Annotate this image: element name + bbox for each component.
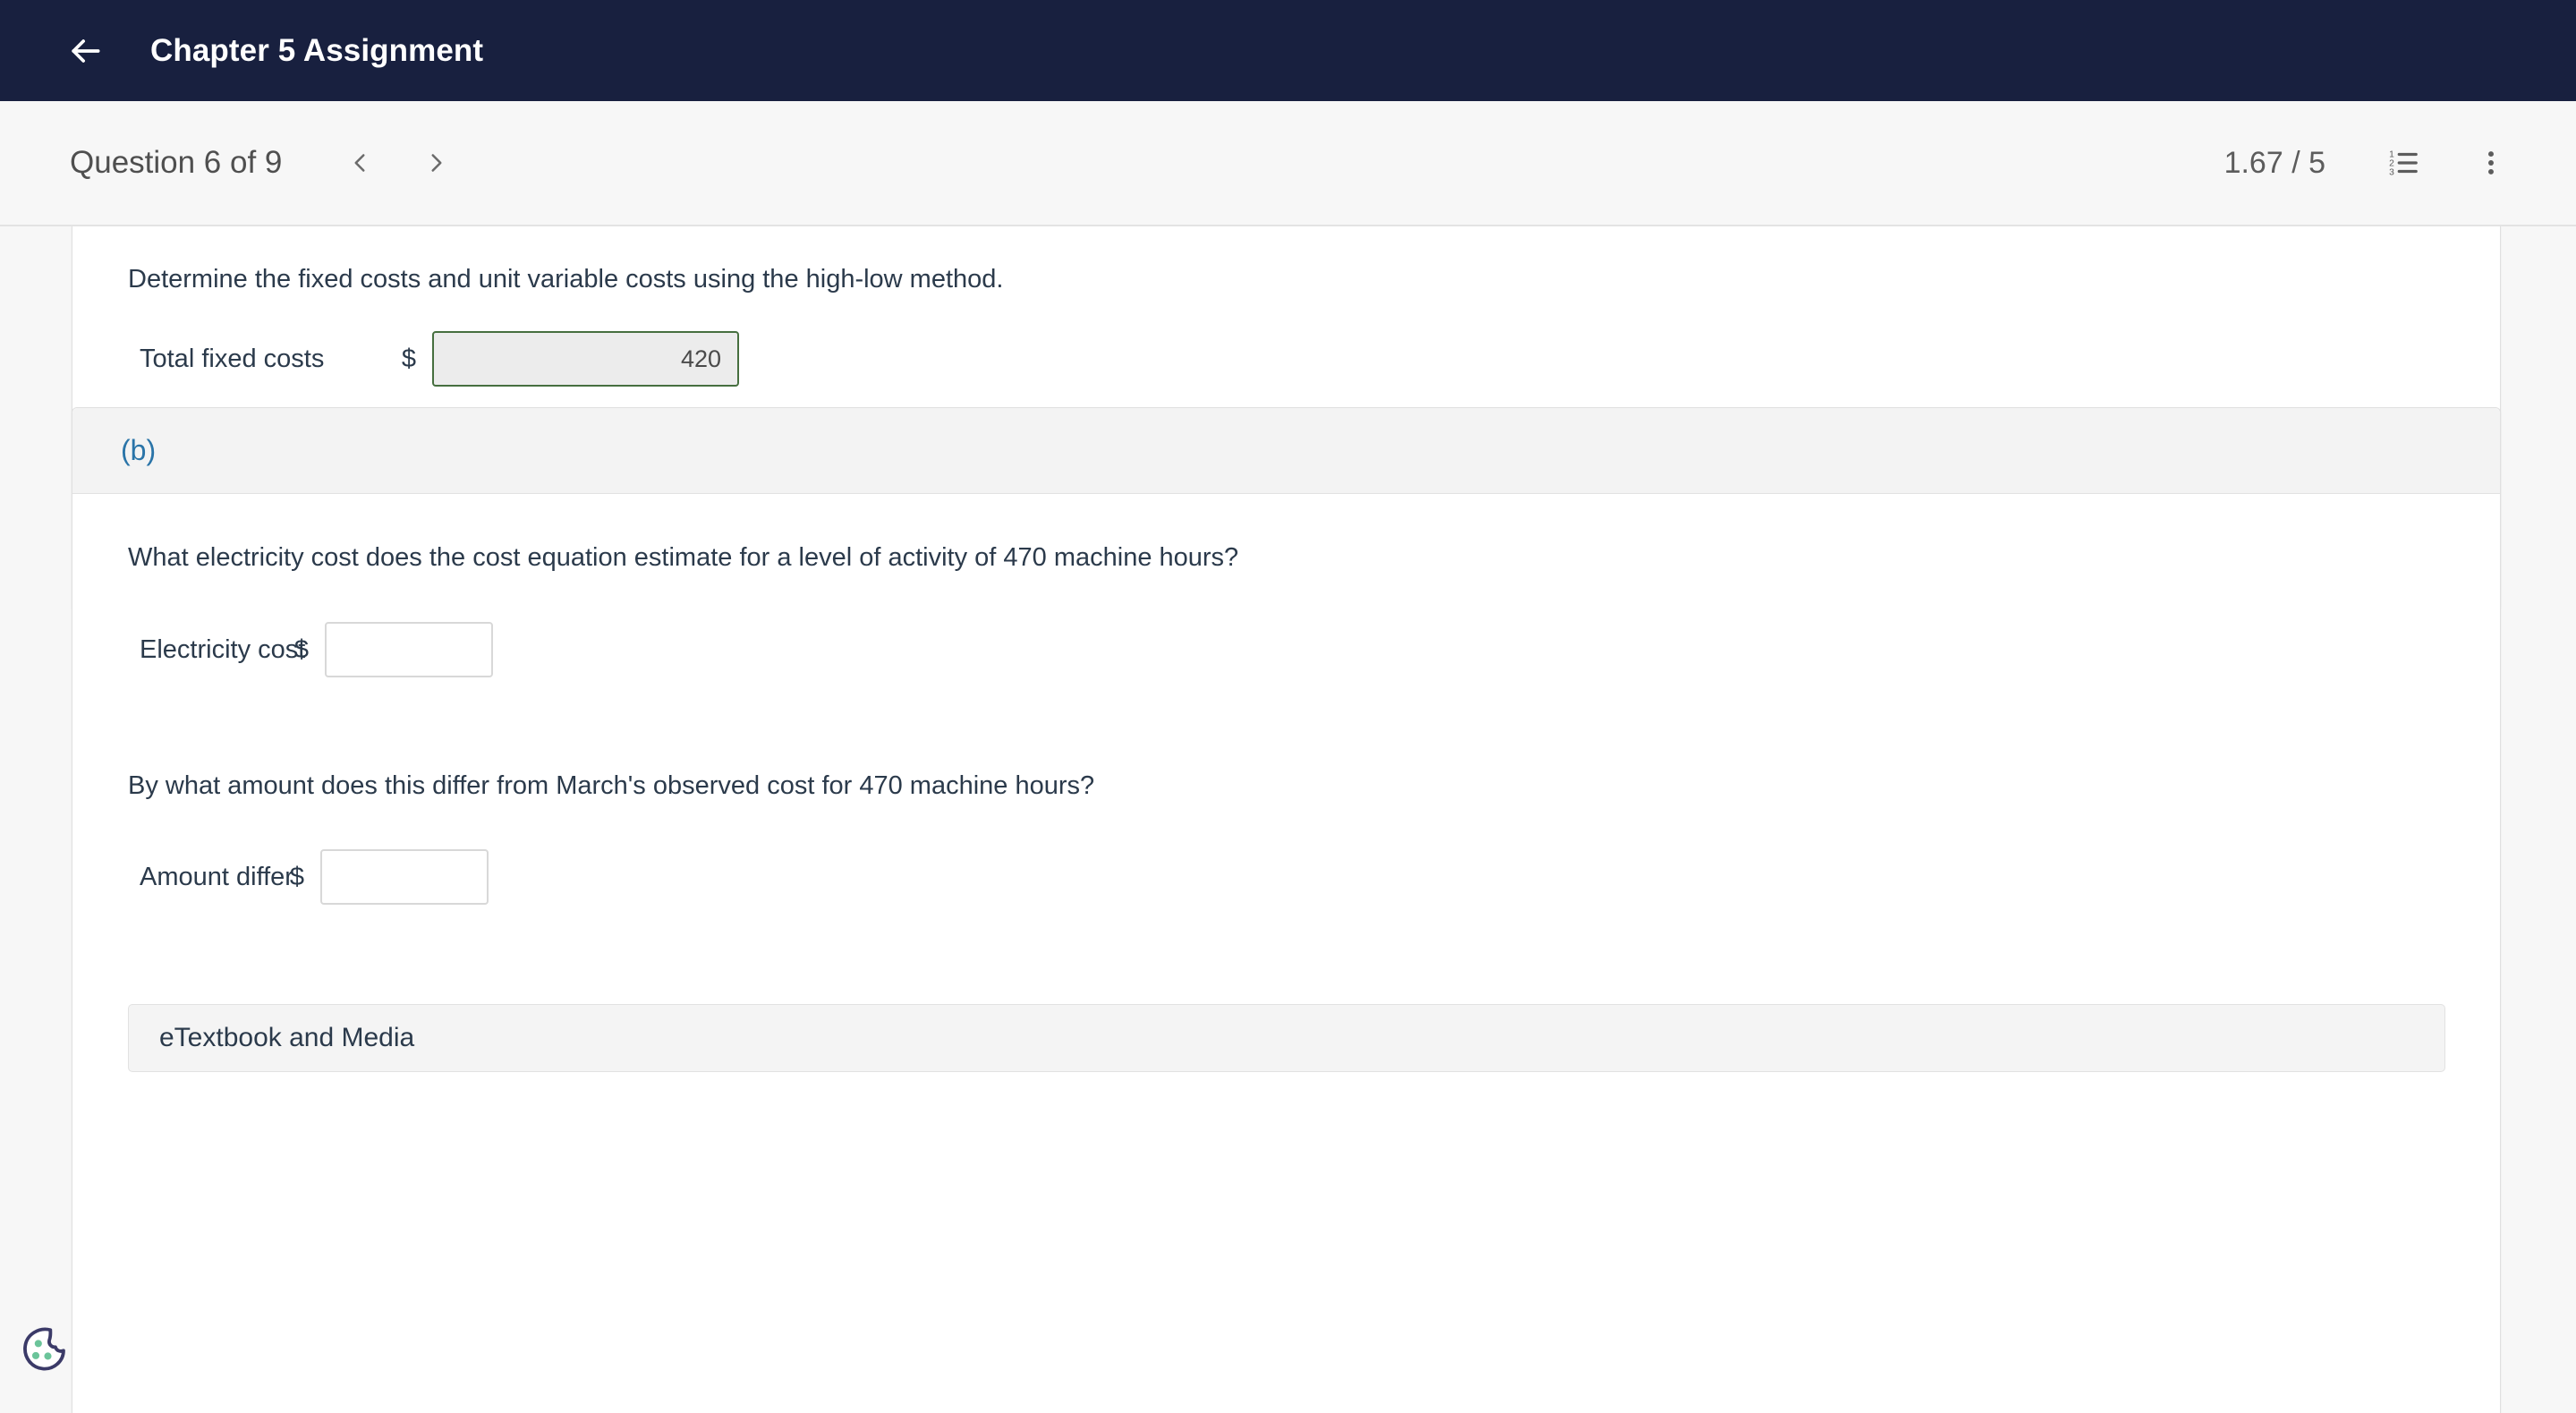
part-b-body: What electricity cost does the cost equa… bbox=[72, 494, 2500, 1413]
part-b-header: (b) bbox=[72, 408, 2500, 494]
assignment-page: Chapter 5 Assignment Question 6 of 9 1.6… bbox=[0, 0, 2576, 1413]
part-b-card: (b) What electricity cost does the cost … bbox=[72, 407, 2501, 1413]
svg-text:3: 3 bbox=[2389, 167, 2394, 177]
field-label-amount-differ: Amount differ bbox=[140, 862, 293, 891]
question-toolbar: Question 6 of 9 1.67 / 5 1 2 3 bbox=[0, 101, 2576, 226]
question-list-button[interactable]: 1 2 3 bbox=[2376, 135, 2431, 191]
field-row-total-fixed-costs: Total fixed costs $ bbox=[140, 331, 972, 387]
field-row-electricity-cost: Electricity cost $ bbox=[140, 622, 784, 677]
question-scroll-area[interactable]: Determine the fixed costs and unit varia… bbox=[0, 226, 2576, 1413]
next-question-button[interactable] bbox=[409, 135, 464, 191]
part-b-question-1: What electricity cost does the cost equa… bbox=[128, 543, 1239, 572]
part-a-prompt: Determine the fixed costs and unit varia… bbox=[128, 265, 1004, 294]
currency-symbol: $ bbox=[289, 862, 305, 891]
field-row-amount-differ: Amount differ $ bbox=[140, 849, 784, 905]
right-gutter bbox=[2501, 226, 2576, 1413]
more-options-button[interactable] bbox=[2463, 135, 2519, 191]
app-header: Chapter 5 Assignment bbox=[0, 0, 2576, 101]
etextbook-and-media-button-b[interactable]: eTextbook and Media bbox=[128, 1004, 2445, 1072]
field-label-electricity-cost: Electricity cost bbox=[140, 634, 306, 664]
left-gutter bbox=[0, 226, 72, 1413]
part-b-letter: (b) bbox=[121, 434, 157, 466]
field-label-total-fixed-costs: Total fixed costs bbox=[140, 344, 325, 373]
question-nav-group: Question 6 of 9 bbox=[0, 135, 464, 191]
currency-symbol: $ bbox=[293, 634, 310, 664]
cookie-consent-button[interactable] bbox=[20, 1324, 68, 1373]
etextbook-and-media-label: eTextbook and Media bbox=[159, 1023, 415, 1052]
arrow-left-icon bbox=[65, 31, 105, 71]
toolbar-actions: 1.67 / 5 1 2 3 bbox=[2224, 135, 2576, 191]
page-title: Chapter 5 Assignment bbox=[150, 32, 484, 68]
input-electricity-cost[interactable] bbox=[325, 622, 493, 677]
cookie-consent-icon bbox=[20, 1324, 68, 1373]
previous-question-button[interactable] bbox=[332, 135, 387, 191]
back-button[interactable] bbox=[61, 27, 109, 75]
input-total-fixed-costs[interactable] bbox=[432, 331, 739, 387]
question-counter: Question 6 of 9 bbox=[70, 145, 283, 180]
input-amount-differ[interactable] bbox=[320, 849, 489, 905]
kebab-menu-icon bbox=[2476, 148, 2506, 178]
currency-symbol: $ bbox=[401, 344, 417, 373]
chevron-left-icon bbox=[344, 148, 375, 178]
score-display: 1.67 / 5 bbox=[2223, 145, 2325, 180]
numbered-list-icon: 1 2 3 bbox=[2386, 146, 2420, 180]
chevron-right-icon bbox=[421, 148, 452, 178]
part-b-question-2: By what amount does this differ from Mar… bbox=[128, 771, 1095, 800]
